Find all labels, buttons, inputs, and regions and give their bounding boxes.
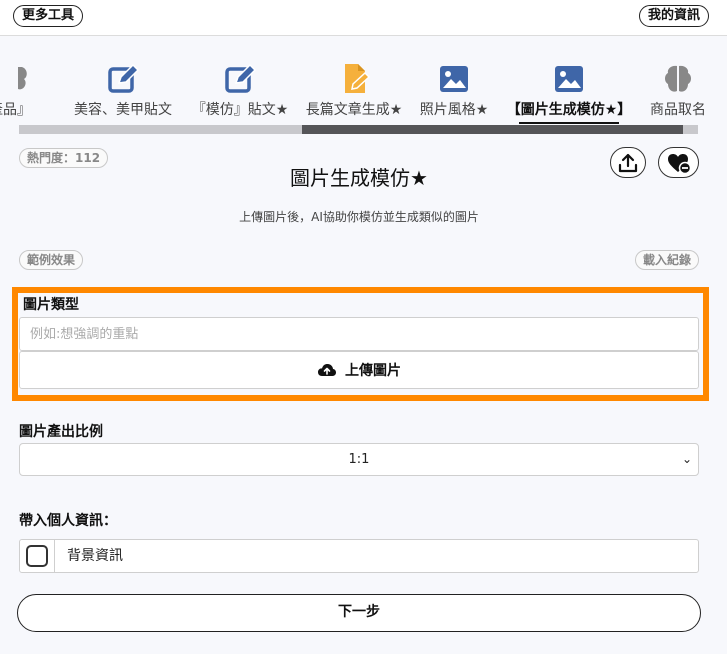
tab-scroll-track[interactable] xyxy=(683,125,698,134)
tab-scroll-track[interactable] xyxy=(19,125,302,134)
personal-info-label: 帶入個人資訊： xyxy=(19,513,117,529)
tab-label: 美容、美甲貼文 xyxy=(74,102,172,118)
ratio-label: 圖片產出比例 xyxy=(19,424,103,440)
next-step-button[interactable]: 下一步 xyxy=(17,594,701,632)
sample-effect-button[interactable]: 範例效果 xyxy=(19,250,84,270)
tab-scroll-thumb[interactable] xyxy=(302,125,683,134)
page-subtitle: 上傳圖片後，AI協助你模仿並生成類似的圖片 xyxy=(239,210,479,224)
document-edit-icon xyxy=(345,64,371,93)
tab-beauty-post[interactable]: 美容、美甲貼文 xyxy=(68,63,178,125)
tab-label: 商品取名 xyxy=(650,102,706,118)
tab-label: 照片風格★ xyxy=(419,102,489,118)
edit-icon xyxy=(108,63,140,93)
chevron-down-icon: ⌄ xyxy=(681,452,692,466)
tab-label: 產品』 xyxy=(0,102,31,118)
cloud-upload-icon xyxy=(318,364,336,376)
upload-image-button[interactable]: 上傳圖片 xyxy=(19,351,699,389)
ratio-value: 1:1 xyxy=(348,452,370,467)
my-info-button[interactable]: 我的資訊 xyxy=(638,5,709,27)
brain-icon xyxy=(665,65,691,92)
more-tools-button[interactable]: 更多工具 xyxy=(13,5,84,27)
edit-icon xyxy=(225,63,257,93)
tab-product[interactable]: 產品』 xyxy=(0,63,50,125)
brain-icon xyxy=(18,67,27,90)
tab-image-imitate[interactable]: 【圖片生成模仿★】 xyxy=(505,63,633,125)
tab-long-article[interactable]: 長篇文章生成★ xyxy=(302,63,406,125)
active-tab-underline xyxy=(519,122,619,124)
tab-photo-style[interactable]: 照片風格★ xyxy=(416,63,492,125)
tab-label: 『模仿』貼文★ xyxy=(191,102,289,118)
image-type-input[interactable] xyxy=(19,317,699,351)
upload-image-label: 上傳圖片 xyxy=(345,363,401,379)
tab-label: 長篇文章生成★ xyxy=(305,102,403,118)
ratio-select[interactable]: 1:1 ⌄ xyxy=(19,443,699,476)
tab-label: 【圖片生成模仿★】 xyxy=(506,102,632,118)
page-title: 圖片生成模仿★ xyxy=(290,166,428,190)
image-type-label: 圖片類型 xyxy=(23,297,79,313)
image-icon xyxy=(555,66,583,92)
background-info-row: 背景資訊 xyxy=(19,539,699,573)
background-info-checkbox-cell xyxy=(20,540,55,572)
image-icon xyxy=(440,66,468,92)
tab-product-naming[interactable]: 商品取名 xyxy=(646,63,710,125)
load-history-button[interactable]: 載入紀錄 xyxy=(634,250,699,270)
background-info-checkbox[interactable] xyxy=(26,545,48,567)
tab-imitate-post[interactable]: 『模仿』貼文★ xyxy=(190,63,290,125)
top-bar: 更多工具 我的資訊 xyxy=(0,0,727,36)
background-info-text: 背景資訊 xyxy=(67,548,123,564)
